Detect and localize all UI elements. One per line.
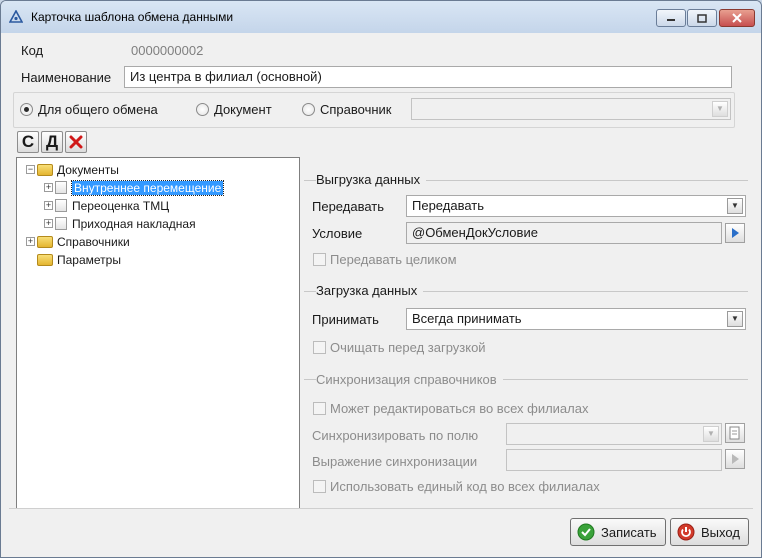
edit-all-checkbox[interactable] [313,402,326,415]
tree-node-label: Справочники [57,234,130,249]
chevron-down-icon: ▼ [703,426,719,442]
radio-document-label[interactable]: Документ [214,102,272,117]
folder-icon [37,163,53,176]
minimize-icon [667,19,675,21]
sync-field-pick-button [725,423,745,443]
tree-node-references[interactable]: + Справочники [26,233,130,250]
title-bar[interactable]: Карточка шаблона обмена данными [1,1,761,33]
close-button[interactable] [719,9,755,27]
document-icon [55,217,67,230]
tree-node-label: Внутреннее перемещение [70,179,225,196]
transfer-select[interactable]: Передавать ▼ [406,195,746,217]
app-icon [9,10,23,23]
collapse-icon[interactable]: − [26,165,35,174]
document-icon [55,199,67,212]
document-icon [55,181,67,194]
single-code-label: Использовать единый код во всех филиалах [330,479,600,494]
minimize-button[interactable] [656,9,686,27]
window-title: Карточка шаблона обмена данными [31,10,234,24]
transfer-select-value: Передавать [412,198,484,213]
clear-before-checkbox[interactable] [313,341,326,354]
tree-node-label: Приходная накладная [72,216,196,231]
sync-expr-field [506,449,722,471]
delete-button[interactable] [65,131,87,153]
sync-expr-label: Выражение синхронизации [312,454,478,469]
save-button[interactable]: Записать [570,518,666,546]
expand-icon[interactable]: + [44,183,53,192]
tree-node-internal-move[interactable]: + Внутреннее перемещение [44,179,225,196]
radio-general-exchange[interactable] [20,103,33,116]
exchange-type-group: Для общего обмена Документ Справочник ▼ [13,92,735,128]
add-document-button-label: Д [45,132,59,151]
play-icon [732,454,739,464]
import-section-title: Загрузка данных [316,283,424,298]
expand-icon[interactable]: + [44,201,53,210]
add-document-button[interactable]: Д [41,131,63,153]
exit-button[interactable]: Выход [670,518,749,546]
tree-node-label: Документы [57,162,119,177]
sync-expr-edit-button [725,449,745,469]
tree-node-revaluation[interactable]: + Переоценка ТМЦ [44,197,169,214]
chevron-down-icon: ▼ [712,101,728,117]
condition-field[interactable]: @ОбменДокУсловие [406,222,722,244]
accept-select[interactable]: Всегда принимать ▼ [406,308,746,330]
code-value: 0000000002 [131,43,204,58]
tree-node-label: Переоценка ТМЦ [72,198,170,213]
radio-reference-label[interactable]: Справочник [320,102,392,117]
code-label: Код [21,43,44,58]
play-icon [732,228,739,238]
window: Карточка шаблона обмена данными Код 0000… [0,0,762,558]
clear-before-label: Очищать перед загрузкой [330,340,486,355]
radio-reference[interactable] [302,103,315,116]
transfer-label: Передавать [312,199,384,214]
transfer-whole-label: Передавать целиком [330,252,457,267]
radio-general-exchange-label[interactable]: Для общего обмена [38,102,158,117]
tree-node-label: Параметры [57,252,121,267]
tree-node-incoming-invoice[interactable]: + Приходная накладная [44,215,196,232]
export-section-title: Выгрузка данных [316,172,427,187]
tree-node-documents[interactable]: − Документы [26,161,119,178]
create-button-label: С [21,132,35,151]
condition-label: Условие [312,226,363,241]
dialog-body: Код 0000000002 Наименование Из центра в … [9,33,753,551]
accept-label: Принимать [312,312,379,327]
accept-select-value: Всегда принимать [412,311,522,326]
check-icon [577,523,595,541]
create-button[interactable]: С [17,131,39,153]
name-field[interactable]: Из центра в филиал (основной) [124,66,732,88]
condition-edit-button[interactable] [725,223,745,243]
sync-section-title: Синхронизация справочников [316,372,503,387]
name-label: Наименование [21,70,112,85]
exit-button-label: Выход [701,524,740,540]
delete-icon [69,135,83,149]
template-tree[interactable]: − Документы + Внутреннее перемещение + П… [16,157,300,509]
edit-all-label: Может редактироваться во всех филиалах [330,401,589,416]
maximize-icon [697,13,707,23]
transfer-whole-checkbox[interactable] [313,253,326,266]
save-button-label: Записать [601,524,657,540]
expand-icon[interactable]: + [44,219,53,228]
radio-document[interactable] [196,103,209,116]
sync-field-label: Синхронизировать по полю [312,428,479,443]
tree-node-parameters[interactable]: Параметры [37,251,121,268]
single-code-checkbox[interactable] [313,480,326,493]
maximize-button[interactable] [687,9,717,27]
expand-icon[interactable]: + [26,237,35,246]
chevron-down-icon[interactable]: ▼ [727,311,743,327]
folder-icon [37,235,53,248]
chevron-down-icon[interactable]: ▼ [727,198,743,214]
footer-divider [9,508,753,509]
folder-icon [37,253,53,266]
sync-field-combo: ▼ [506,423,722,445]
close-icon [732,13,742,23]
power-icon [677,523,695,541]
reference-combo: ▼ [411,98,731,120]
document-pick-icon [729,426,740,440]
